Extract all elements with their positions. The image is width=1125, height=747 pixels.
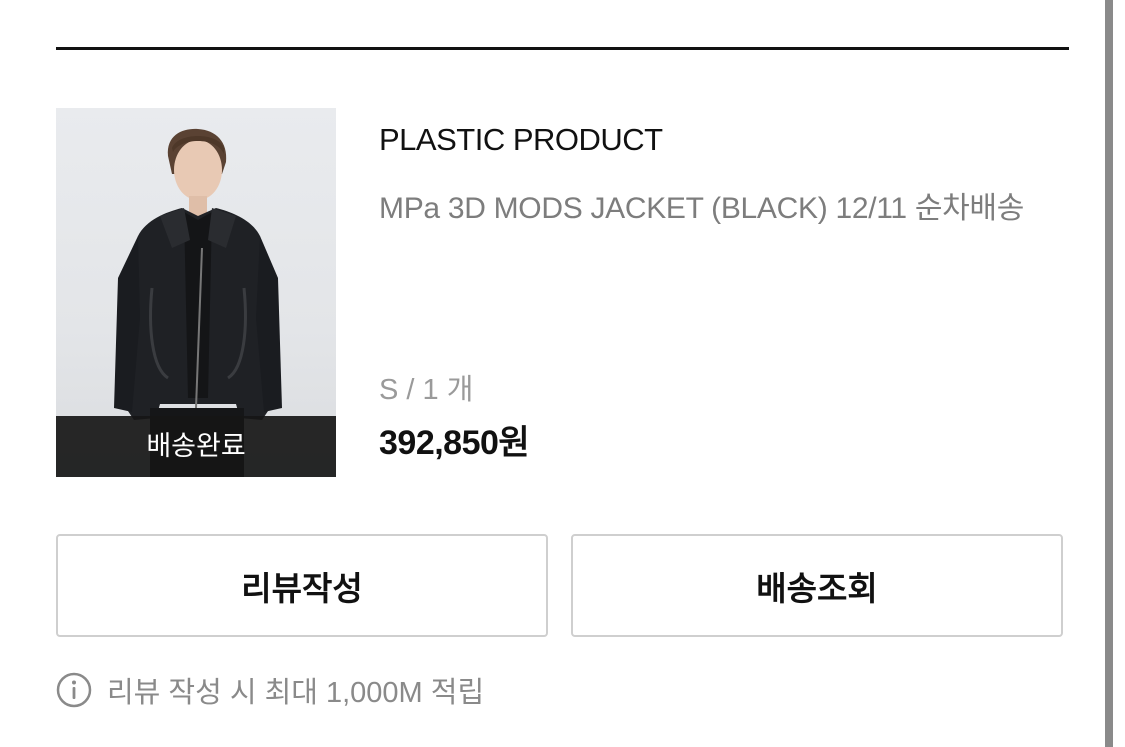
track-delivery-button[interactable]: 배송조회 <box>571 534 1063 637</box>
info-icon <box>56 672 92 708</box>
review-reward-notice: 리뷰 작성 시 최대 1,000M 적립 <box>56 670 484 710</box>
notice-text: 리뷰 작성 시 최대 1,000M 적립 <box>107 677 485 709</box>
order-item-card: 배송완료 PLASTIC PRODUCT MPa 3D MODS JACKET … <box>0 0 1125 747</box>
product-name[interactable]: MPa 3D MODS JACKET (BLACK) 12/11 순차배송 <box>379 183 1024 227</box>
product-option: S / 1 개 <box>379 374 474 406</box>
product-price: 392,850원 <box>379 424 530 462</box>
scrollbar[interactable] <box>1105 0 1113 747</box>
brand-name[interactable]: PLASTIC PRODUCT <box>379 122 663 158</box>
delivery-status-badge: 배송완료 <box>56 416 336 477</box>
product-thumbnail[interactable]: 배송완료 <box>56 108 336 477</box>
write-review-button[interactable]: 리뷰작성 <box>56 534 548 637</box>
section-divider <box>56 47 1069 50</box>
